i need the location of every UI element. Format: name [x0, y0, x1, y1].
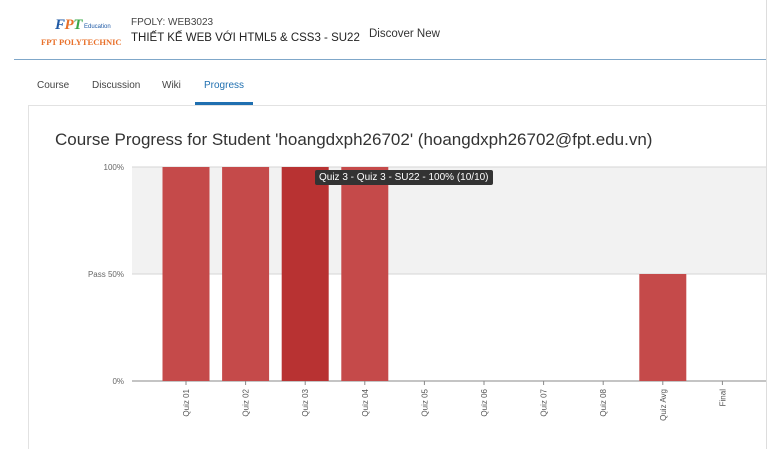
x-tick-label: Quiz Avg [659, 389, 668, 421]
course-name: THIẾT KẾ WEB VỚI HTML5 & CSS3 - SU22 [131, 32, 360, 44]
x-tick-label: Quiz 08 [599, 388, 608, 416]
course-header: FPT Education FPT POLYTECHNIC FPOLY: WEB… [0, 0, 783, 60]
course-org: FPOLY: WEB3023 [131, 17, 214, 28]
x-tick-label: Quiz 01 [182, 388, 191, 416]
y-tick-label: 0% [112, 377, 124, 386]
x-tick-label: Quiz 06 [480, 388, 489, 416]
bar-quiz-avg[interactable] [639, 274, 687, 381]
course-tabs: Course Discussion Wiki Progress [0, 76, 766, 106]
x-tick-label: Quiz 02 [242, 388, 251, 416]
page-edge [766, 0, 767, 449]
x-tick-label: Quiz 03 [301, 388, 310, 416]
tabs-divider [28, 105, 766, 106]
logo-fpt-text: FPT [55, 17, 82, 33]
tab-discussion[interactable]: Discussion [92, 80, 140, 91]
bar-quiz-04[interactable] [341, 167, 389, 381]
x-tick-label: Quiz 04 [361, 388, 370, 416]
logo-education-text: Education [84, 24, 111, 30]
x-tick-label: Quiz 05 [420, 388, 429, 416]
bar-quiz-02[interactable] [222, 167, 270, 381]
bar-quiz-03[interactable] [281, 167, 329, 381]
tab-wiki[interactable]: Wiki [162, 80, 181, 91]
x-tick-label: Final [718, 389, 727, 407]
logo-polytechnic-text: FPT POLYTECHNIC [41, 37, 122, 47]
bar-quiz-01[interactable] [162, 167, 210, 381]
tab-course[interactable]: Course [37, 80, 69, 91]
content-border [28, 106, 29, 449]
x-tick-label: Quiz 07 [540, 388, 549, 416]
progress-chart: 100% Pass 50% 0% Quiz 01 Quiz 02 Quiz 03 Quiz … [88, 163, 766, 421]
y-tick-label: Pass 50% [88, 270, 124, 279]
header-divider [14, 59, 766, 60]
y-tick-label: 100% [104, 163, 124, 172]
discover-new-link[interactable]: Discover New [369, 28, 440, 40]
tab-progress[interactable]: Progress [204, 80, 244, 91]
bar-tooltip: Quiz 3 - Quiz 3 - SU22 - 100% (10/10) [315, 170, 493, 185]
page-title: Course Progress for Student 'hoangdxph26… [55, 130, 653, 149]
fpt-polytechnic-logo[interactable]: FPT Education FPT POLYTECHNIC [34, 15, 124, 49]
